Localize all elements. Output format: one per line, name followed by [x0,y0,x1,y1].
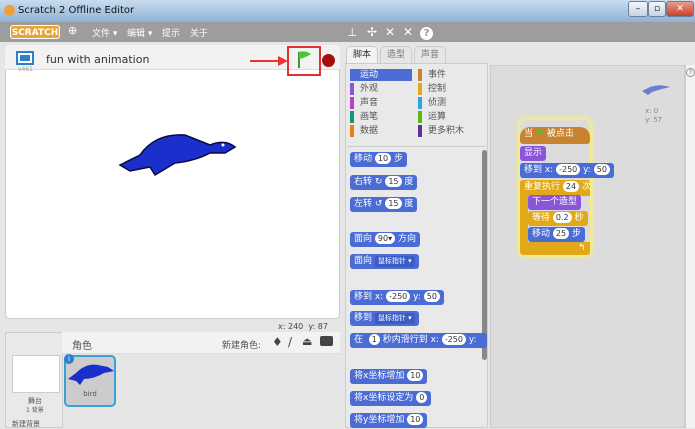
help-icon[interactable]: ? [420,27,433,40]
block-glide[interactable]: 在 1 秒内滑行到 x: -250 y: [350,333,487,348]
category-control[interactable]: 控制 [418,83,486,95]
version-label: v461 [18,66,34,73]
presentation-mode-icon[interactable] [16,51,34,65]
block-set-x[interactable]: 将x坐标设定为 0 [350,391,432,406]
sprite-name: bird [83,390,97,398]
block-move[interactable]: 移动 25 步 [528,227,585,242]
category-sound[interactable]: 声音 [350,97,418,109]
fullscreen-icon[interactable]: ✕ [403,25,413,39]
category-sensing[interactable]: 侦测 [418,97,486,109]
tab-scripts[interactable]: 脚本 [346,46,378,64]
block-show[interactable]: 显示 [520,146,547,161]
sprite-y: y: 57 [645,116,663,124]
project-title[interactable]: fun with animation [46,53,149,66]
stamp-icon[interactable]: ⊥ [347,25,357,39]
category-events[interactable]: 事件 [418,69,486,81]
block-change-y[interactable]: 将y坐标增加 10 [350,413,428,428]
help-icon[interactable]: ? [686,68,695,77]
globe-icon[interactable]: ⊕ [68,24,77,37]
block-turn-right[interactable]: 右转 ↻ 15 度 [350,175,418,190]
maximize-button[interactable]: ▫ [648,1,666,17]
green-flag-icon: ⚑ [535,129,544,139]
block-goto[interactable]: 移到 鼠标指针 ▾ [350,311,419,326]
repeat-label: 重复执行 24 次 [524,181,591,192]
grow-icon[interactable]: ✢ [367,25,377,39]
camera-icon[interactable] [320,336,333,346]
menu-file[interactable]: 文件 ▾ [92,26,117,39]
block-move[interactable]: 移动 10 步 [350,152,407,167]
window-title: Scratch 2 Offline Editor [18,5,135,16]
backdrop-count: 1 背景 [26,407,44,414]
tab-costumes[interactable]: 造型 [380,46,412,64]
sprite-header [62,332,340,354]
block-goto-xy[interactable]: 移到 x: -250 y: 50 [350,290,444,305]
loop-arrow-icon: ↰ [578,243,586,253]
menu-about[interactable]: 关于 [190,26,208,39]
minimize-button[interactable]: – [628,1,648,17]
sprite-library-icon[interactable]: ♦ [272,335,283,349]
new-sprite-label: 新建角色: [222,341,262,351]
block-next-costume[interactable]: 下一个造型 [528,195,582,210]
block-point-direction[interactable]: 面向 90▾ 方向 [350,232,420,247]
info-icon[interactable]: i [64,354,74,364]
category-more-blocks[interactable]: 更多积木 [418,125,486,137]
app-icon [4,5,15,16]
block-turn-left[interactable]: 左转 ↺ 15 度 [350,197,418,212]
palette-scrollbar[interactable] [482,150,487,360]
category-operators[interactable]: 运算 [418,111,486,123]
category-motion[interactable]: 运动 [350,69,412,81]
close-button[interactable]: ✕ [666,1,694,17]
shrink-icon[interactable]: ✕ [385,25,395,39]
category-list: 运动 事件 外观 控制 声音 侦测 画笔 运算 数据 更多积木 [350,69,486,137]
block-point-towards[interactable]: 面向 鼠标指针 ▾ [350,254,419,269]
sprite-preview-icon [642,85,670,95]
sprite-x: x: 0 [645,107,659,115]
category-pen[interactable]: 画笔 [350,111,418,123]
paint-icon[interactable]: / [288,335,292,349]
stage-thumbnail[interactable] [12,355,60,393]
block-wait[interactable]: 等待 0.2 秒 [528,211,588,226]
block-when-flag-clicked[interactable]: 当 ⚑ 被点击 [520,127,590,144]
right-strip [685,65,695,428]
mouse-x: x: 240 [278,322,304,331]
stage[interactable] [5,45,340,319]
menu-tips[interactable]: 提示 [162,26,180,39]
scratch-logo[interactable]: SCRATCH [10,25,60,39]
red-arrow-annotation [250,56,288,66]
menu-edit[interactable]: 编辑 ▾ [127,26,152,39]
mouse-y: y: 87 [308,322,328,331]
upload-icon[interactable]: ⏏ [302,335,312,348]
category-looks[interactable]: 外观 [350,83,418,95]
green-flag-button[interactable] [287,46,321,76]
bird-sprite[interactable] [115,125,240,180]
divider [347,146,486,147]
sprites-heading: 角色 [72,341,92,352]
tab-sounds[interactable]: 声音 [414,46,446,64]
category-data[interactable]: 数据 [350,125,418,137]
stop-button[interactable] [322,54,335,67]
block-goto-xy[interactable]: 移到 x: -250 y: 50 [520,163,614,178]
block-change-x[interactable]: 将x坐标增加 10 [350,369,428,384]
